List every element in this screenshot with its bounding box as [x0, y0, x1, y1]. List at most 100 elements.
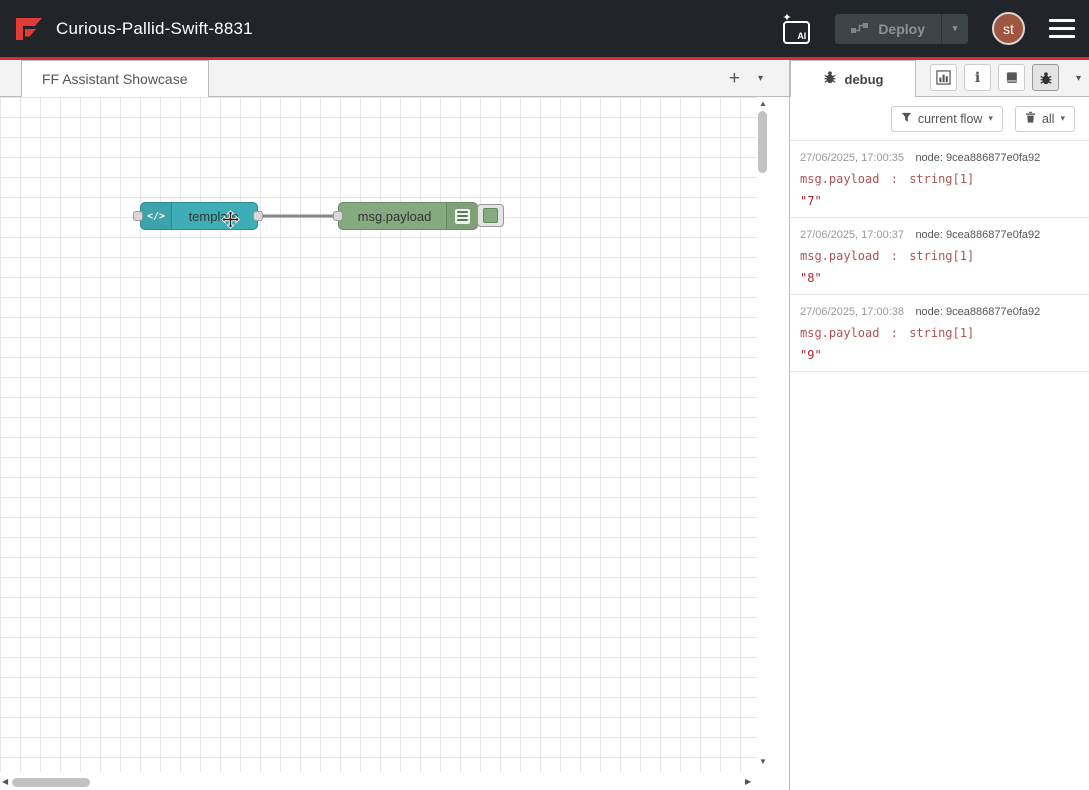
clear-label: all	[1042, 112, 1055, 126]
message-type: string[1]	[909, 249, 974, 263]
flow-tab-label: FF Assistant Showcase	[42, 71, 188, 87]
path-type-separator: :	[891, 172, 898, 186]
path-type-separator: :	[891, 326, 898, 340]
message-type: string[1]	[909, 172, 974, 186]
sidebar-tabbar: debug i	[790, 60, 1089, 97]
trash-icon	[1025, 111, 1036, 126]
message-meta: 27/06/2025, 17:00:35 node: 9cea886877e0f…	[800, 148, 1079, 166]
sidebar-tab-dashboard[interactable]	[930, 64, 957, 91]
bug-icon	[1039, 71, 1053, 85]
debug-node-icon-region	[446, 203, 477, 229]
scroll-left-arrow[interactable]: ◀	[2, 777, 8, 786]
vertical-scrollbar-thumb[interactable]	[758, 111, 767, 173]
message-property: msg.payload : string[1]	[800, 326, 1079, 340]
horizontal-scrollbar-thumb[interactable]	[12, 778, 90, 787]
debug-message: 27/06/2025, 17:00:37 node: 9cea886877e0f…	[790, 218, 1089, 295]
flow-tab[interactable]: FF Assistant Showcase	[21, 60, 209, 97]
book-icon	[1005, 71, 1019, 85]
mouse-move-cursor-icon	[221, 210, 240, 234]
filter-label: current flow	[918, 112, 983, 126]
sidebar-tab-help[interactable]	[998, 64, 1025, 91]
sidebar-tab-debug[interactable]: debug	[790, 60, 916, 97]
message-property: msg.payload : string[1]	[800, 172, 1079, 186]
workspace-tabbar: FF Assistant Showcase + ▾	[0, 60, 789, 97]
debug-list-icon	[455, 209, 470, 224]
message-value: "8"	[800, 271, 1079, 285]
sidebar-tab-icons: i	[930, 64, 1059, 91]
flow-list-button[interactable]: ▾	[758, 73, 763, 84]
message-value: "9"	[800, 348, 1079, 362]
flow-canvas[interactable]: </> template msg.payload	[0, 97, 789, 790]
message-node-id: node: 9cea886877e0fa92	[915, 306, 1040, 318]
template-node[interactable]: </> template	[140, 202, 258, 230]
debug-toggle-indicator	[483, 208, 498, 223]
message-meta: 27/06/2025, 17:00:38 node: 9cea886877e0f…	[800, 302, 1079, 320]
debug-filter-button[interactable]: current flow ▾	[891, 106, 1003, 132]
path-type-separator: :	[891, 249, 898, 263]
debug-clear-button[interactable]: all ▾	[1015, 106, 1075, 132]
ai-icon: AI	[783, 21, 810, 44]
message-path: msg.payload	[800, 172, 879, 186]
message-path: msg.payload	[800, 249, 879, 263]
menu-bar	[1049, 19, 1075, 22]
message-path: msg.payload	[800, 326, 879, 340]
main-menu-button[interactable]	[1049, 19, 1075, 38]
scroll-right-arrow[interactable]: ▶	[745, 777, 751, 786]
sidebar-menu-button[interactable]: ▾	[1076, 73, 1081, 84]
deploy-options-button[interactable]: ▾	[941, 14, 968, 44]
node-red-editor: Curious-Pallid-Swift-8831 ✦ AI Deploy	[0, 0, 1089, 790]
workspace: FF Assistant Showcase + ▾ </>	[0, 60, 789, 790]
filter-icon	[901, 112, 912, 126]
code-icon: </>	[147, 211, 165, 222]
instance-title: Curious-Pallid-Swift-8831	[56, 19, 253, 39]
chevron-down-icon: ▾	[1060, 114, 1065, 123]
info-icon: i	[975, 71, 980, 85]
debug-node[interactable]: msg.payload	[338, 202, 478, 230]
message-timestamp: 27/06/2025, 17:00:38	[800, 306, 904, 318]
ai-assistant-button[interactable]: ✦ AI	[781, 13, 811, 45]
template-input-port[interactable]	[133, 211, 143, 221]
sidebar-tab-info[interactable]: i	[964, 64, 991, 91]
message-timestamp: 27/06/2025, 17:00:35	[800, 152, 904, 164]
chevron-down-icon: ▾	[988, 114, 993, 123]
deploy-icon	[851, 21, 869, 37]
header-actions: ✦ AI Deploy ▾	[781, 12, 1075, 45]
debug-toolbar: current flow ▾ all ▾	[790, 97, 1089, 140]
scroll-down-arrow[interactable]: ▼	[759, 757, 767, 766]
deploy-button-main[interactable]: Deploy	[835, 14, 941, 44]
debug-node-label: msg.payload	[343, 203, 446, 229]
chevron-down-icon: ▾	[953, 24, 958, 33]
message-node-id: node: 9cea886877e0fa92	[915, 152, 1040, 164]
message-value: "7"	[800, 194, 1079, 208]
message-property: msg.payload : string[1]	[800, 249, 1079, 263]
bar-chart-icon	[936, 70, 951, 85]
wire[interactable]	[0, 97, 789, 790]
message-node-id: node: 9cea886877e0fa92	[915, 229, 1040, 241]
sidebar-tab-debug-icon[interactable]	[1032, 64, 1059, 91]
menu-bar	[1049, 27, 1075, 30]
bug-icon	[823, 70, 837, 89]
scroll-up-arrow[interactable]: ▲	[759, 99, 767, 108]
deploy-label: Deploy	[878, 21, 925, 37]
debug-message: 27/06/2025, 17:00:35 node: 9cea886877e0f…	[790, 140, 1089, 218]
menu-bar	[1049, 35, 1075, 38]
message-meta: 27/06/2025, 17:00:37 node: 9cea886877e0f…	[800, 225, 1079, 243]
template-output-port[interactable]	[253, 211, 263, 221]
debug-message: 27/06/2025, 17:00:38 node: 9cea886877e0f…	[790, 295, 1089, 372]
debug-messages: 27/06/2025, 17:00:35 node: 9cea886877e0f…	[790, 140, 1089, 790]
add-flow-button[interactable]: +	[729, 69, 740, 88]
header: Curious-Pallid-Swift-8831 ✦ AI Deploy	[0, 0, 1089, 57]
message-timestamp: 27/06/2025, 17:00:37	[800, 229, 904, 241]
template-node-icon-region: </>	[141, 203, 172, 229]
debug-input-port[interactable]	[333, 211, 343, 221]
sidebar-resizer[interactable]	[770, 97, 789, 790]
user-avatar[interactable]: st	[992, 12, 1025, 45]
debug-enable-toggle[interactable]	[477, 204, 504, 227]
editor-main: FF Assistant Showcase + ▾ </>	[0, 60, 1089, 790]
message-type: string[1]	[909, 326, 974, 340]
flowfuse-logo[interactable]	[14, 17, 44, 41]
tabbar-actions: + ▾	[729, 60, 763, 96]
sidebar: debug i	[789, 60, 1089, 790]
sidebar-tab-label: debug	[845, 72, 884, 87]
deploy-button[interactable]: Deploy ▾	[835, 14, 968, 44]
